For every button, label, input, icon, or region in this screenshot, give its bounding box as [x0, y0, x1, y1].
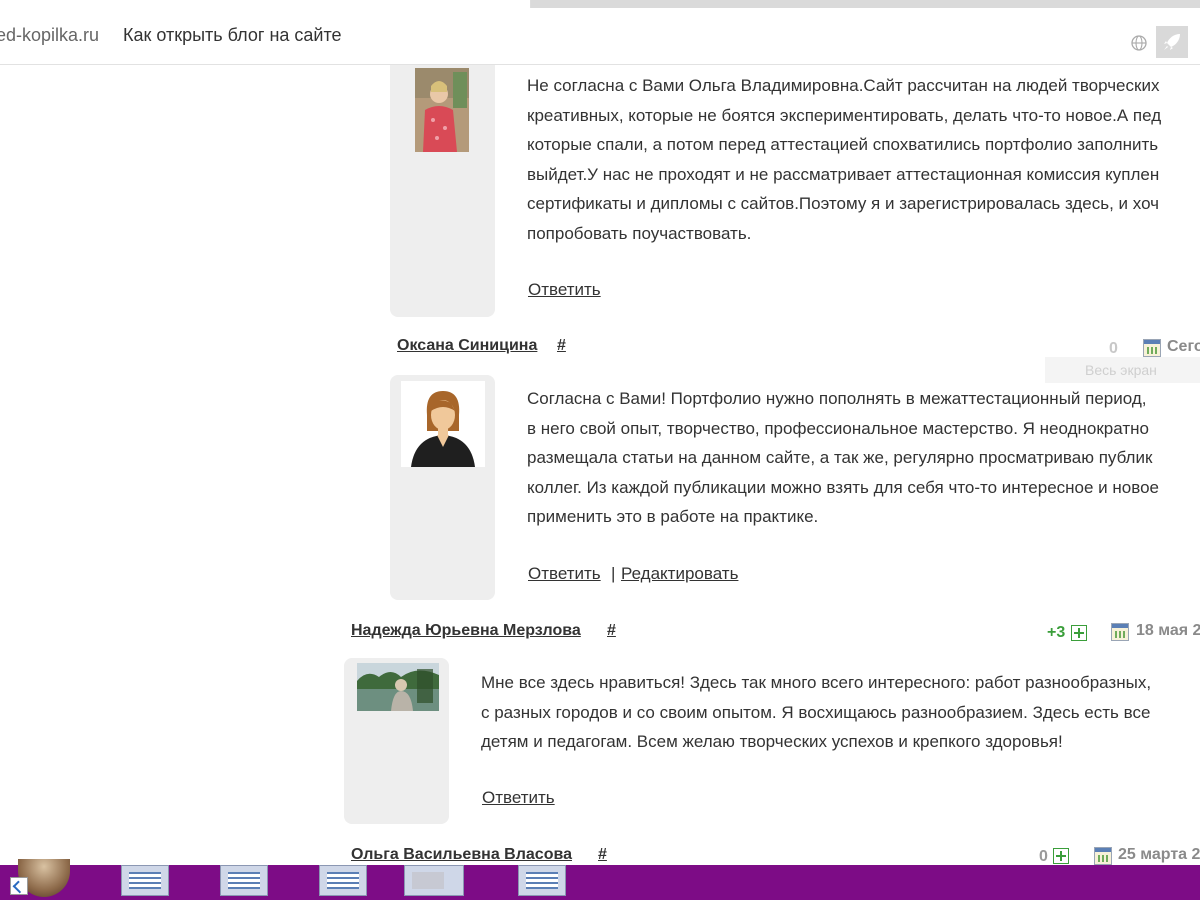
browser-tab-active[interactable]	[0, 0, 531, 8]
comment-text: Мне все здесь нравиться! Здесь так много…	[481, 668, 1151, 757]
comment-line: Мне все здесь нравиться! Здесь так много…	[481, 673, 1152, 692]
link-separator: |	[611, 564, 616, 583]
calendar-icon	[1143, 339, 1161, 357]
reply-link[interactable]: Ответить	[528, 564, 601, 584]
comment-permalink[interactable]: #	[598, 846, 607, 864]
comment-line: с разных городов и со своим опытом. Я во…	[481, 702, 1151, 722]
comments-area: Не согласна с Вами Ольга Владимировна.Са…	[0, 65, 1200, 865]
comment-line: коллег. Из каждой публикации можно взять…	[527, 477, 1159, 497]
comment-text: Согласна с Вами! Портфолио нужно пополня…	[527, 384, 1159, 532]
comment-line: Согласна с Вами! Портфолио нужно пополня…	[527, 389, 1147, 408]
taskbar-item[interactable]	[319, 865, 367, 896]
address-domain[interactable]: ed-kopilka.ru	[0, 25, 99, 46]
globe-icon[interactable]	[1131, 35, 1147, 51]
rocket-icon[interactable]	[1156, 26, 1188, 58]
comment-date: 25 марта 2	[1118, 846, 1200, 863]
comment-text: Не согласна с Вами Ольга Владимировна.Са…	[527, 71, 1161, 248]
comment-line: сертификаты и дипломы с сайтов.Поэтому я…	[527, 194, 1160, 213]
taskbar-item[interactable]	[404, 865, 464, 896]
taskbar-item[interactable]	[518, 865, 566, 896]
comment-line: попробовать поучаствовать.	[527, 223, 752, 243]
reply-link[interactable]: Ответить	[482, 788, 555, 808]
calendar-icon	[1111, 623, 1129, 641]
comment-line: размещала статьи на данном сайте, а так …	[527, 448, 1153, 467]
avatar[interactable]	[401, 381, 485, 467]
comment-date: Сего	[1167, 338, 1200, 355]
browser-tab-inactive[interactable]	[531, 0, 1200, 8]
comment-author[interactable]: Оксана Синицина	[397, 337, 537, 355]
address-page-title[interactable]: Как открыть блог на сайте	[123, 25, 342, 46]
comment-author[interactable]: Надежда Юрьевна Мерзлова	[351, 622, 581, 640]
comment-author[interactable]: Ольга Васильевна Власова	[351, 846, 572, 864]
comment-line: Не согласна с Вами Ольга Владимировна.Са…	[527, 76, 1160, 95]
taskbar-item[interactable]	[220, 865, 268, 896]
comment-line: которые спали, а потом перед аттестацией…	[527, 135, 1159, 154]
avatar[interactable]	[415, 68, 469, 152]
comment-date: 18 мая 2	[1136, 622, 1200, 639]
calendar-icon	[1094, 847, 1112, 865]
reply-link[interactable]: Ответить	[528, 280, 601, 300]
comment-rating: 0	[1109, 340, 1118, 357]
fullscreen-tooltip[interactable]: Весь экран	[1045, 357, 1200, 383]
browser-tab-strip	[0, 0, 1200, 8]
avatar[interactable]	[357, 663, 439, 711]
comment-rating: +3	[1047, 624, 1066, 641]
edit-link[interactable]: Редактировать	[621, 564, 738, 584]
comment-line: выйдет.У нас не проходят и не рассматрив…	[527, 164, 1160, 184]
taskbar-item[interactable]	[121, 865, 169, 896]
comment-line: применить это в работе на практике.	[527, 507, 819, 526]
shortcut-arrow-icon	[10, 877, 28, 895]
comment-line: креативных, которые не боятся эксперимен…	[527, 105, 1162, 125]
comment-permalink[interactable]: #	[557, 337, 566, 355]
taskbar	[0, 859, 1200, 900]
comment-line: детям и педагогам. Всем желаю творческих…	[481, 732, 1063, 751]
comment-permalink[interactable]: #	[607, 622, 616, 640]
comment-rating: 0	[1039, 848, 1048, 865]
vote-plus-icon[interactable]	[1071, 625, 1087, 641]
vote-plus-icon[interactable]	[1053, 848, 1069, 864]
comment-line: в него свой опыт, творчество, профессион…	[527, 418, 1149, 438]
address-bar[interactable]: ed-kopilka.ru Как открыть блог на сайте	[0, 8, 1200, 65]
